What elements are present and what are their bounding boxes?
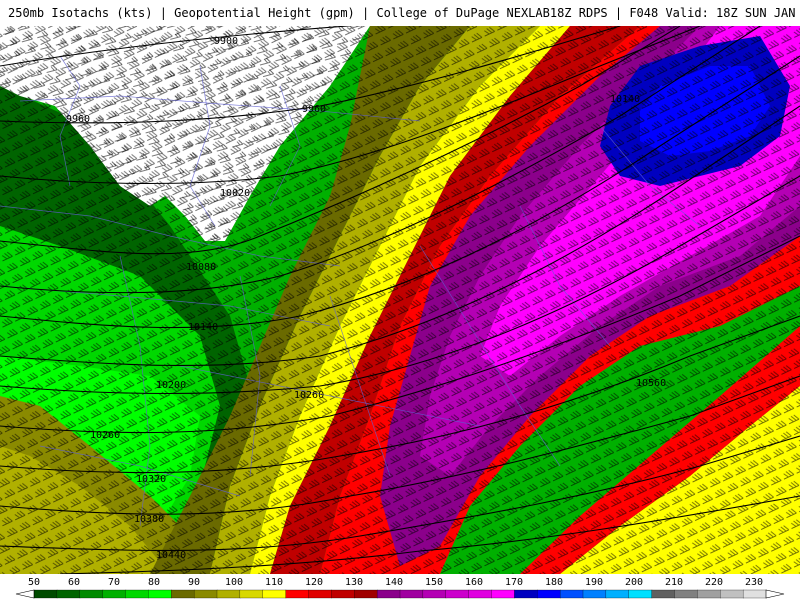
contour-label: 10080 <box>186 262 216 273</box>
contour-label: 10260 <box>294 390 324 401</box>
legend-swatch <box>79 589 104 599</box>
legend-swatch <box>125 589 150 599</box>
legend-swatch <box>285 589 310 599</box>
legend-swatch <box>514 589 538 599</box>
contour-label: 10440 <box>156 550 186 561</box>
legend-tick: 90 <box>188 577 200 588</box>
contour-label: 10140 <box>188 322 218 333</box>
legend-tick: 170 <box>505 577 523 588</box>
legend-swatch <box>559 589 584 599</box>
legend-tick: 50 <box>28 577 40 588</box>
legend-swatch <box>376 589 401 599</box>
contour-label: 9960 <box>66 114 90 125</box>
color-legend: 50 60 70 80 90 100 110 120 130 140 150 1… <box>0 574 800 600</box>
legend-right-arrow <box>765 589 785 599</box>
legend-swatch <box>674 589 699 599</box>
legend-swatch <box>308 589 333 599</box>
legend-tick: 200 <box>625 577 643 588</box>
legend-swatch <box>422 589 447 599</box>
legend-tick: 120 <box>305 577 323 588</box>
legend-swatch <box>102 589 127 599</box>
legend-bar: 50 60 70 80 90 100 110 120 130 140 150 1… <box>15 577 785 599</box>
legend-swatch <box>331 589 355 599</box>
legend-tick: 100 <box>225 577 243 588</box>
contour-label: 10380 <box>134 514 164 525</box>
legend-swatch <box>399 589 424 599</box>
contour-label: 10200 <box>156 380 186 391</box>
weather-map-page: 250mb Isotachs (kts) | Geopotential Heig… <box>0 0 800 600</box>
legend-swatch <box>537 589 561 599</box>
legend-tick: 220 <box>705 577 723 588</box>
contour-label: 10020 <box>220 188 250 199</box>
legend-swatch <box>354 589 378 599</box>
legend-tick: 190 <box>585 577 603 588</box>
legend-swatch <box>582 589 607 599</box>
contour-label: 10560 <box>636 378 666 389</box>
map-area: 9900 9960 9960 10020 10080 10140 10140 1… <box>0 26 800 574</box>
legend-tick: 180 <box>545 577 563 588</box>
legend-tick: 70 <box>108 577 120 588</box>
contour-label: 10320 <box>136 474 166 485</box>
legend-left-arrow <box>15 589 35 599</box>
legend-swatches <box>33 589 767 599</box>
legend-swatch <box>239 589 264 599</box>
legend-swatch <box>56 589 81 599</box>
isotach-map: 9900 9960 9960 10020 10080 10140 10140 1… <box>0 26 800 574</box>
legend-swatch <box>697 589 721 599</box>
legend-swatch <box>193 589 218 599</box>
legend-tick: 110 <box>265 577 283 588</box>
legend-swatch <box>262 589 287 599</box>
legend-swatch <box>33 589 58 599</box>
legend-tick: 150 <box>425 577 443 588</box>
legend-swatch <box>605 589 630 599</box>
legend-tick: 60 <box>68 577 80 588</box>
contour-label: 10260 <box>90 430 120 441</box>
legend-tick: 160 <box>465 577 483 588</box>
contour-label: 9900 <box>214 36 238 47</box>
legend-tick: 140 <box>385 577 403 588</box>
legend-tick: 230 <box>745 577 763 588</box>
legend-swatch <box>148 589 172 599</box>
legend-tick: 80 <box>148 577 160 588</box>
map-header: 250mb Isotachs (kts) | Geopotential Heig… <box>0 0 800 26</box>
legend-swatch <box>468 589 493 599</box>
legend-tick: 210 <box>665 577 683 588</box>
legend-swatch <box>216 589 241 599</box>
contour-label: 10140 <box>610 94 640 105</box>
legend-swatch <box>171 589 195 599</box>
legend-swatch <box>628 589 653 599</box>
header-valid-time: 18Z RDPS | F048 Valid: 18Z SUN JAN 18 20… <box>549 6 800 20</box>
legend-swatch <box>491 589 516 599</box>
contour-label: 9960 <box>302 104 326 115</box>
legend-swatch <box>651 589 676 599</box>
legend-swatch <box>742 589 767 599</box>
header-title: 250mb Isotachs (kts) | Geopotential Heig… <box>8 6 550 20</box>
legend-swatch <box>720 589 744 599</box>
legend-swatch <box>445 589 470 599</box>
legend-tick: 130 <box>345 577 363 588</box>
legend-ticks: 50 60 70 80 90 100 110 120 130 140 150 1… <box>28 577 763 588</box>
